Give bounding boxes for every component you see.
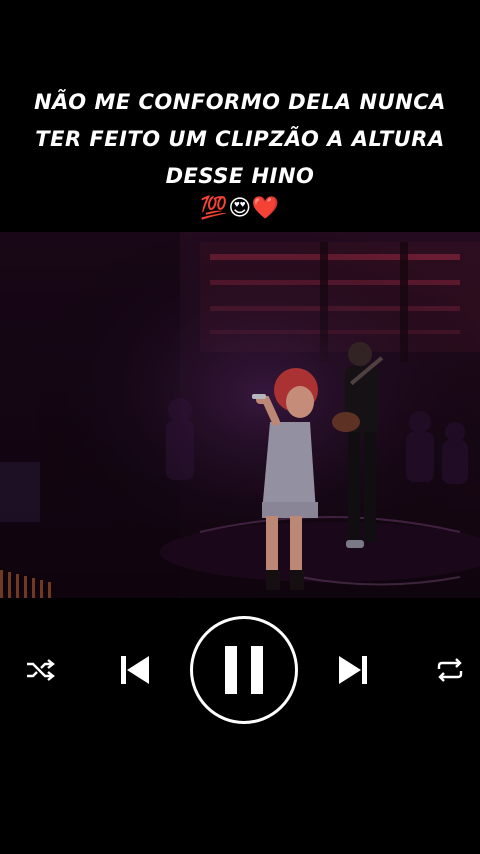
video-frame[interactable] [0, 232, 480, 598]
caption-line-1: NÃO ME CONFORMO DELA NUNCA [34, 90, 446, 114]
repeat-button[interactable] [428, 652, 472, 688]
previous-button[interactable] [112, 648, 158, 692]
caption-line-2: TER FEITO UM CLIPZÃO A ALTURA [35, 127, 445, 151]
caption-emojis: 💯😍❤️ [200, 196, 280, 221]
pause-button[interactable] [190, 616, 298, 724]
skip-next-icon [339, 656, 367, 684]
skip-previous-icon [121, 656, 149, 684]
shuffle-icon [27, 659, 55, 681]
pause-icon [225, 646, 263, 694]
repeat-icon [437, 658, 463, 682]
shuffle-button[interactable] [18, 652, 62, 688]
caption-line-3: DESSE HINO [165, 164, 315, 188]
playback-controls [0, 610, 480, 730]
next-button[interactable] [330, 648, 376, 692]
video-caption: NÃO ME CONFORMO DELA NUNCA TER FEITO UM … [0, 84, 480, 223]
concert-scene-image [0, 232, 480, 598]
